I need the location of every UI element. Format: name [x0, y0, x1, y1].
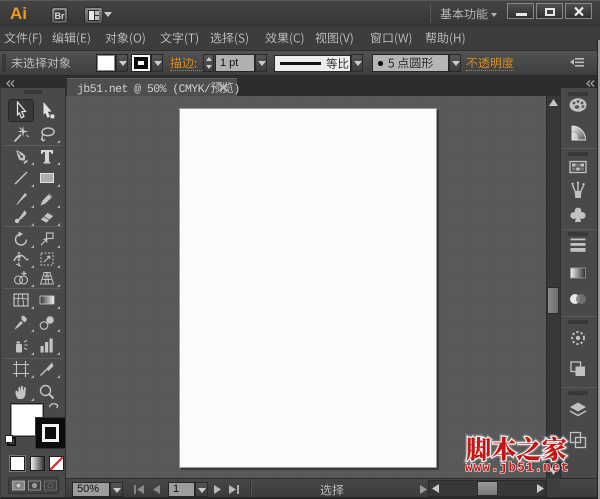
svg-text:www.jb51.net: www.jb51.net: [465, 461, 569, 475]
svg-text:Br: Br: [54, 11, 64, 21]
